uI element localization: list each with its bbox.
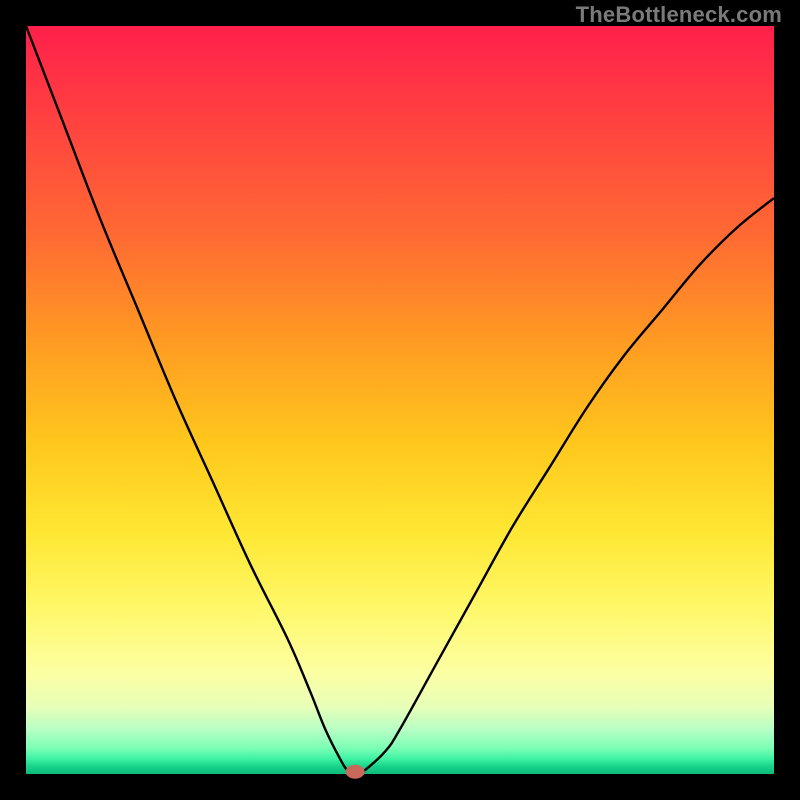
watermark-text: TheBottleneck.com [576, 2, 782, 28]
chart-svg [26, 26, 774, 774]
chart-frame: TheBottleneck.com [0, 0, 800, 800]
plot-area [26, 26, 774, 774]
bottleneck-curve [26, 26, 774, 773]
minimum-marker [346, 765, 364, 778]
